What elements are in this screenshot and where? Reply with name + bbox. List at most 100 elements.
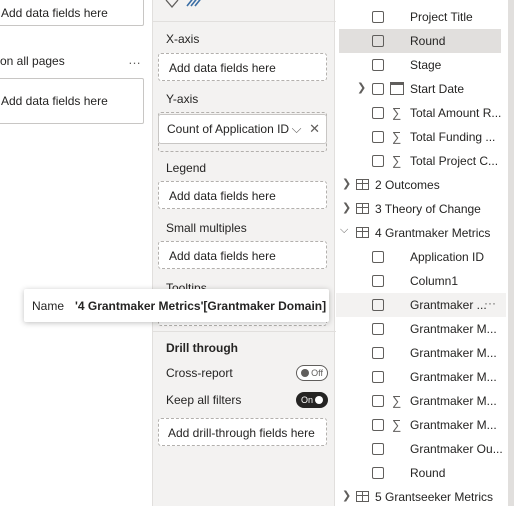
build-visual-pane: X-axis Add data fields here Y-axis Count… (152, 0, 336, 506)
field-row-measure[interactable]: ∑ Grantmaker M... (336, 389, 506, 413)
visual-type-icons[interactable] (163, 0, 223, 10)
field-label: Total Project C... (410, 154, 499, 168)
field-checkbox[interactable] (372, 347, 384, 359)
field-checkbox[interactable] (372, 395, 384, 407)
field-checkbox[interactable] (372, 107, 384, 119)
table-row-grantseeker-metrics[interactable]: ❯ 5 Grantseeker Metrics (336, 485, 506, 509)
field-label: Total Amount R... (410, 106, 502, 120)
sigma-icon: ∑ (392, 153, 402, 168)
table-icon (356, 227, 369, 238)
field-row[interactable]: Grantmaker M... (336, 341, 506, 365)
filter-drop-well-top[interactable]: Add data fields here (0, 0, 144, 26)
field-checkbox[interactable] (372, 323, 384, 335)
xaxis-drop-well[interactable]: Add data fields here (158, 53, 327, 81)
field-row-measure[interactable]: ∑ Total Amount R... (336, 101, 506, 125)
calendar-icon (390, 82, 404, 95)
filters-pane: Add data fields here on all pages … Add … (0, 0, 152, 506)
build-divider (153, 21, 336, 22)
field-checkbox[interactable] (372, 419, 384, 431)
field-checkbox[interactable] (372, 443, 384, 455)
field-name-tooltip: Name '4 Grantmaker Metrics'[Grantmaker D… (24, 289, 329, 322)
field-label: Grantmaker M... (410, 346, 497, 360)
field-row-hovered[interactable]: Grantmaker ... ··· (336, 293, 506, 317)
tooltips-title: Tooltips (166, 281, 207, 289)
field-row[interactable]: Application ID (336, 245, 506, 269)
field-checkbox[interactable] (372, 131, 384, 143)
tooltip-value: '4 Grantmaker Metrics'[Grantmaker Domain… (75, 299, 327, 313)
chevron-right-icon[interactable]: ❯ (342, 177, 351, 190)
field-checkbox[interactable] (372, 155, 384, 167)
field-row-date-hierarchy[interactable]: ❯ Start Date (336, 77, 506, 101)
table-row-outcomes[interactable]: ❯ 2 Outcomes (336, 173, 506, 197)
field-label: Grantmaker M... (410, 322, 497, 336)
yaxis-field-chip[interactable]: Count of Application ID ⌵ ✕ (158, 114, 327, 144)
field-row[interactable]: Column1 (336, 269, 506, 293)
field-checkbox[interactable] (372, 83, 384, 95)
field-checkbox[interactable] (372, 59, 384, 71)
field-row[interactable]: Grantmaker M... (336, 317, 506, 341)
table-label: 2 Outcomes (375, 178, 440, 192)
field-checkbox[interactable] (372, 11, 384, 23)
drill-through-title: Drill through (166, 341, 238, 355)
field-row-measure[interactable]: ∑ Grantmaker M... (336, 413, 506, 437)
small-multiples-title: Small multiples (166, 221, 247, 235)
cross-report-state: Off (311, 368, 323, 378)
table-label: 3 Theory of Change (375, 202, 481, 216)
fields-pane: Project Title Round Stage ❯ Start Date ∑… (336, 0, 514, 506)
field-row-measure[interactable]: ∑ Total Funding ... (336, 125, 506, 149)
fields-scrollbar[interactable] (508, 0, 514, 506)
chevron-right-icon[interactable]: ❯ (357, 81, 366, 94)
chevron-down-icon[interactable]: ⌵ (340, 224, 348, 237)
keep-all-filters-label: Keep all filters (166, 393, 242, 407)
field-row[interactable]: Round (336, 461, 506, 485)
table-label: 4 Grantmaker Metrics (375, 226, 491, 240)
sigma-icon: ∑ (392, 417, 402, 432)
field-row[interactable]: Grantmaker Ou... (336, 437, 506, 461)
filters-on-all-pages-label: on all pages (0, 54, 65, 68)
sigma-icon: ∑ (392, 105, 402, 120)
field-label: Round (410, 466, 446, 480)
field-row[interactable]: Grantmaker M... (336, 365, 506, 389)
field-label: Total Funding ... (410, 130, 496, 144)
xaxis-title: X-axis (166, 32, 200, 46)
field-checkbox[interactable] (372, 251, 384, 263)
chevron-down-icon[interactable]: ⌵ (292, 121, 302, 136)
cross-report-toggle[interactable]: Off (296, 365, 328, 381)
sigma-icon: ∑ (392, 393, 402, 408)
drill-divider (153, 331, 336, 332)
table-row-grantmaker-metrics[interactable]: ⌵ 4 Grantmaker Metrics (336, 221, 506, 245)
field-checkbox[interactable] (372, 299, 384, 311)
table-row-theory-of-change[interactable]: ❯ 3 Theory of Change (336, 197, 506, 221)
chevron-right-icon[interactable]: ❯ (342, 489, 351, 502)
field-label: Stage (410, 58, 442, 72)
field-checkbox[interactable] (372, 35, 384, 47)
field-row-measure[interactable]: ∑ Total Project C... (336, 149, 506, 173)
chevron-right-icon[interactable]: ❯ (342, 201, 351, 214)
yaxis-chip-actions: ⌵ ✕ (292, 121, 320, 137)
filters-more-options-icon[interactable]: … (128, 52, 142, 67)
keep-all-filters-toggle[interactable]: On (296, 392, 328, 408)
field-row[interactable]: Project Title (336, 5, 506, 29)
field-label: Grantmaker ... (410, 298, 487, 312)
keep-all-filters-state: On (301, 395, 314, 405)
legend-drop-well[interactable]: Add data fields here (158, 181, 327, 209)
small-multiples-drop-well[interactable]: Add data fields here (158, 241, 327, 269)
legend-title: Legend (166, 161, 207, 175)
visual-ribbon-icon (186, 0, 201, 7)
field-row[interactable]: Stage (336, 53, 506, 77)
field-checkbox[interactable] (372, 275, 384, 287)
field-checkbox[interactable] (372, 467, 384, 479)
filter-drop-well-all-pages[interactable]: Add data fields here (0, 78, 144, 124)
table-icon (356, 203, 369, 214)
visual-pie-icon (165, 0, 179, 8)
remove-field-icon[interactable]: ✕ (309, 121, 320, 136)
more-options-icon[interactable]: ··· (484, 296, 496, 310)
drill-through-drop-well[interactable]: Add drill-through fields here (158, 418, 327, 446)
field-checkbox[interactable] (372, 371, 384, 383)
sigma-icon: ∑ (392, 129, 402, 144)
field-label: Project Title (410, 10, 473, 24)
field-label: Grantmaker Ou... (410, 442, 502, 456)
toggle-knob (315, 396, 323, 404)
filter-drop-well-top-text: Add data fields here (1, 6, 108, 20)
field-row-selected[interactable]: Round (339, 29, 501, 53)
